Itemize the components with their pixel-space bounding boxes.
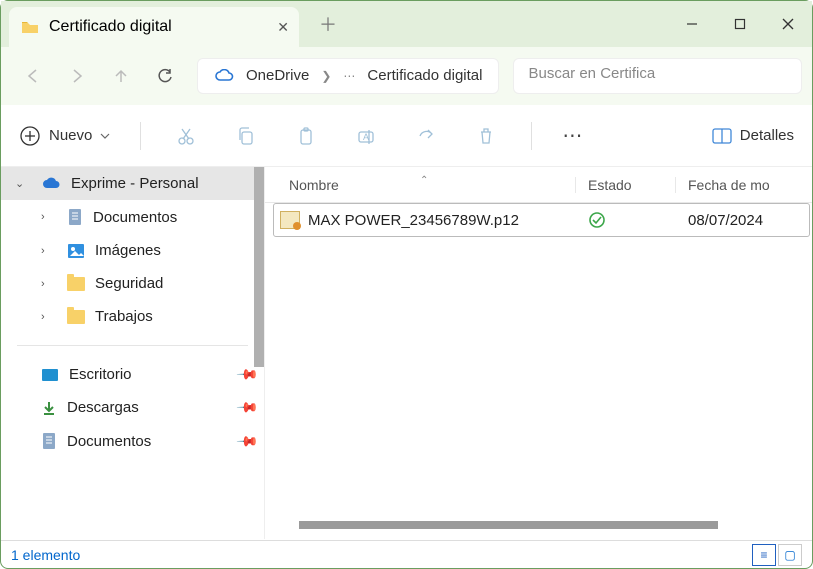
- breadcrumb-root[interactable]: OneDrive: [246, 67, 309, 84]
- close-tab-icon[interactable]: ✕: [277, 19, 289, 36]
- sidebar-item-label: Seguridad: [95, 275, 163, 292]
- file-list: ⌃ Nombre Estado Fecha de mo MAX POWER_23…: [265, 167, 812, 539]
- chevron-right-icon: ›: [41, 311, 57, 323]
- chevron-right-icon: ›: [41, 278, 57, 290]
- separator: [140, 122, 141, 150]
- grid-view-button[interactable]: ▢: [778, 544, 802, 566]
- horizontal-scrollbar[interactable]: [299, 521, 792, 529]
- refresh-button[interactable]: [143, 56, 187, 96]
- cloud-icon: [214, 69, 234, 83]
- column-date[interactable]: Fecha de mo: [675, 177, 812, 193]
- delete-button[interactable]: [471, 126, 501, 146]
- chevron-right-icon[interactable]: ❯: [321, 69, 331, 83]
- sidebar-folder[interactable]: › Seguridad: [1, 267, 264, 300]
- status-count: 1 elemento: [11, 547, 80, 563]
- details-label: Detalles: [740, 127, 794, 144]
- certificate-icon: [280, 211, 300, 229]
- sidebar: ⌄ Exprime - Personal › Documentos › Imág…: [1, 167, 265, 539]
- document-icon: [67, 208, 83, 226]
- column-headers: ⌃ Nombre Estado Fecha de mo: [265, 167, 812, 203]
- chevron-down-icon: ⌄: [15, 177, 31, 190]
- sidebar-item-label: Imágenes: [95, 242, 161, 259]
- folder-icon: [67, 310, 85, 324]
- paste-button[interactable]: [291, 126, 321, 146]
- more-button[interactable]: ⋯: [562, 123, 583, 148]
- list-view-button[interactable]: ≡: [752, 544, 776, 566]
- folder-icon: [67, 277, 85, 291]
- sidebar-item-label: Documentos: [67, 433, 151, 450]
- sidebar-pinned-documents[interactable]: Documentos 📌: [1, 424, 264, 458]
- chevron-right-icon: ›: [41, 211, 57, 223]
- sort-indicator-icon: ⌃: [420, 175, 428, 186]
- maximize-button[interactable]: [716, 1, 764, 47]
- pin-icon: 📌: [235, 395, 259, 419]
- sidebar-item-label: Escritorio: [69, 366, 132, 383]
- view-mode-switcher: ≡ ▢: [752, 544, 802, 566]
- sidebar-root-onedrive[interactable]: ⌄ Exprime - Personal: [1, 167, 264, 200]
- separator: [531, 122, 532, 150]
- separator: [17, 345, 248, 346]
- cut-button[interactable]: [171, 126, 201, 146]
- content-area: ⌄ Exprime - Personal › Documentos › Imág…: [1, 167, 812, 539]
- title-bar: Certificado digital ✕ ＋: [1, 1, 812, 47]
- sidebar-pinned-desktop[interactable]: Escritorio 📌: [1, 358, 264, 391]
- cloud-icon: [41, 177, 61, 191]
- sidebar-folder[interactable]: › Imágenes: [1, 234, 264, 267]
- sync-status-icon: [576, 211, 676, 229]
- sidebar-item-label: Trabajos: [95, 308, 153, 325]
- folder-icon: [21, 19, 39, 35]
- svg-text:A: A: [363, 132, 369, 142]
- tab-title: Certificado digital: [49, 18, 172, 36]
- window-tab[interactable]: Certificado digital ✕: [9, 7, 299, 47]
- forward-button[interactable]: [55, 56, 99, 96]
- search-input[interactable]: Buscar en Certifica: [513, 58, 802, 94]
- breadcrumb-more-icon[interactable]: ⋯: [343, 69, 355, 83]
- sidebar-pinned-downloads[interactable]: Descargas 📌: [1, 391, 264, 424]
- sidebar-root-label: Exprime - Personal: [71, 175, 199, 192]
- share-button[interactable]: [411, 126, 441, 146]
- window-controls: [668, 1, 812, 47]
- desktop-icon: [41, 368, 59, 382]
- new-tab-button[interactable]: ＋: [319, 11, 337, 37]
- rename-button[interactable]: A: [351, 126, 381, 146]
- column-state[interactable]: Estado: [575, 177, 675, 193]
- copy-button[interactable]: [231, 126, 261, 146]
- file-name: MAX POWER_23456789W.p12: [308, 212, 519, 229]
- sidebar-item-label: Descargas: [67, 399, 139, 416]
- new-button-label: Nuevo: [49, 127, 92, 144]
- status-bar: 1 elemento ≡ ▢: [1, 540, 812, 568]
- details-view-button[interactable]: Detalles: [712, 127, 794, 144]
- download-icon: [41, 400, 57, 416]
- minimize-button[interactable]: [668, 1, 716, 47]
- nav-bar: OneDrive ❯ ⋯ Certificado digital Buscar …: [1, 47, 812, 105]
- document-icon: [41, 432, 57, 450]
- sidebar-folder[interactable]: › Documentos: [1, 200, 264, 234]
- column-name[interactable]: ⌃ Nombre: [265, 177, 575, 193]
- up-button[interactable]: [99, 56, 143, 96]
- breadcrumb-current[interactable]: Certificado digital: [367, 67, 482, 84]
- pin-icon: 📌: [235, 429, 259, 453]
- sidebar-folder[interactable]: › Trabajos: [1, 300, 264, 333]
- close-button[interactable]: [764, 1, 812, 47]
- toolbar: Nuevo A ⋯ Detalles: [1, 105, 812, 167]
- sidebar-scrollbar[interactable]: [254, 167, 264, 367]
- pictures-icon: [67, 243, 85, 259]
- back-button[interactable]: [11, 56, 55, 96]
- new-button[interactable]: Nuevo: [19, 125, 110, 147]
- address-bar[interactable]: OneDrive ❯ ⋯ Certificado digital: [197, 58, 499, 94]
- file-row[interactable]: MAX POWER_23456789W.p12 08/07/2024: [273, 203, 810, 237]
- chevron-right-icon: ›: [41, 245, 57, 257]
- sidebar-item-label: Documentos: [93, 209, 177, 226]
- chevron-down-icon: [100, 131, 110, 141]
- file-date: 08/07/2024: [676, 212, 809, 229]
